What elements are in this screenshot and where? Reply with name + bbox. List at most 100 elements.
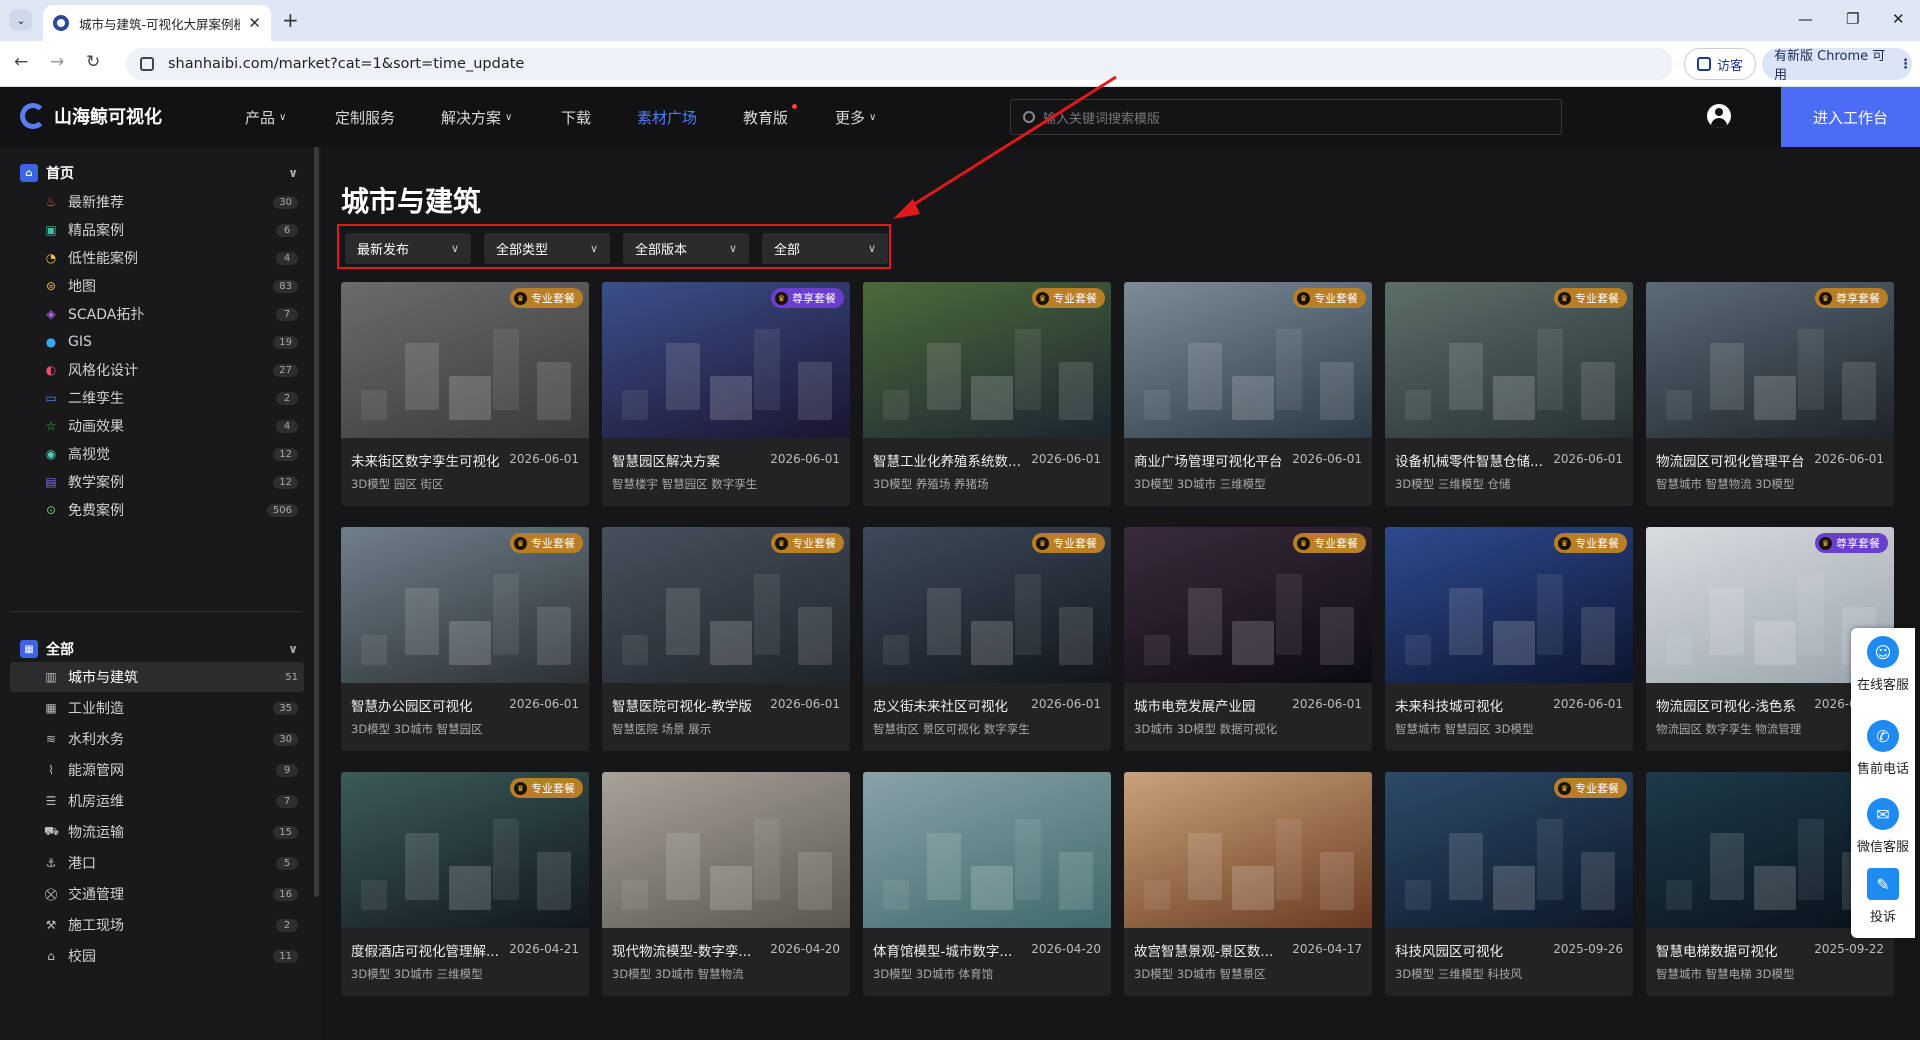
template-card[interactable]: ♛ 专业套餐 未来街区数字孪生可视化 2026-06-01 3D模型 园区 街区	[341, 282, 589, 506]
sidebar-category-item[interactable]: ⛒ 交通管理 16	[44, 879, 298, 909]
sidebar-category-item[interactable]: ⌇ 能源管网 9	[44, 755, 298, 785]
sidebar-home-item[interactable]: ⊜ 地图 83	[44, 271, 298, 301]
template-card[interactable]: ♛ 专业套餐 城市电竞发展产业园 2026-06-01 3D城市 3D模型 数据可视化	[1124, 527, 1372, 751]
card-title[interactable]: 智慧园区解决方案	[612, 450, 777, 470]
template-card[interactable]: ♛ 专业套餐 忠义街未来社区可视化 2026-06-01 智慧街区 景区可视化 数字孪生	[863, 527, 1111, 751]
nav-education[interactable]: 教育版	[743, 107, 788, 128]
browser-tab[interactable]: 城市与建筑-可视化大屏案例模 ✕	[43, 5, 271, 41]
user-avatar-icon[interactable]	[1707, 104, 1731, 128]
thumbnail-shape	[1144, 390, 1170, 420]
sidebar-home-item[interactable]: ◈ SCADA拓扑 7	[44, 299, 298, 329]
chevron-down-icon[interactable]: ∨	[288, 642, 298, 656]
template-card[interactable]: 体育馆模型-城市数字... 2026-04-20 3D模型 3D城市 体育馆	[863, 772, 1111, 996]
new-tab-icon[interactable]: +	[282, 8, 299, 32]
fire-icon: ♨	[45, 195, 57, 209]
menu-dots-icon[interactable]: ⋮	[1899, 57, 1912, 72]
card-thumbnail[interactable]	[602, 772, 850, 928]
profile-button[interactable]: 访客	[1684, 48, 1756, 80]
sidebar-home-item[interactable]: ☆ 动画效果 4	[44, 411, 298, 441]
card-thumbnail[interactable]	[1124, 772, 1372, 928]
card-title[interactable]: 城市电竞发展产业园	[1134, 695, 1299, 715]
tab-list-icon[interactable]: ⌄	[10, 9, 32, 31]
site-logo[interactable]: 山海鲸可视化	[20, 103, 162, 129]
card-title[interactable]: 忠义街未来社区可视化	[873, 695, 1038, 715]
wechat-service-button[interactable]: ✉ 微信客服	[1851, 798, 1915, 855]
card-title[interactable]: 科技风园区可视化	[1395, 940, 1560, 960]
sidebar-category-item[interactable]: ⌂ 校园 11	[44, 941, 298, 971]
card-title[interactable]: 体育馆模型-城市数字...	[873, 940, 1038, 960]
card-title[interactable]: 物流园区可视化管理平台	[1656, 450, 1821, 470]
card-title[interactable]: 智慧办公园区可视化	[351, 695, 516, 715]
sidebar-category-item[interactable]: ≋ 水利水务 30	[44, 724, 298, 754]
minimize-icon[interactable]: —	[1798, 10, 1813, 28]
sidebar-home-item[interactable]: ▣ 精品案例 6	[44, 215, 298, 245]
template-card[interactable]: ♛ 专业套餐 智慧医院可视化-教学版 2026-06-01 智慧医院 场景 展示	[602, 527, 850, 751]
nav-download[interactable]: 下载	[561, 107, 591, 128]
card-title[interactable]: 未来科技城可视化	[1395, 695, 1560, 715]
nav-product[interactable]: 产品 ∨	[245, 107, 286, 128]
card-title[interactable]: 智慧医院可视化-教学版	[612, 695, 777, 715]
template-card[interactable]: ♛ 专业套餐 设备机械零件智慧仓储... 2026-06-01 3D模型 三维模型 仓储	[1385, 282, 1633, 506]
back-icon[interactable]: ←	[14, 52, 28, 72]
reload-icon[interactable]: ↻	[86, 52, 100, 72]
sidebar-category-item[interactable]: ⛟ 物流运输 15	[44, 817, 298, 847]
online-service-button[interactable]: ☺ 在线客服	[1851, 636, 1915, 693]
update-chrome-button[interactable]: 有新版 Chrome 可用 ⋮	[1762, 48, 1912, 83]
nav-custom-service[interactable]: 定制服务	[335, 107, 395, 128]
card-title[interactable]: 现代物流模型-数字孪...	[612, 940, 777, 960]
template-card[interactable]: 现代物流模型-数字孪... 2026-04-20 3D模型 3D城市 智慧物流	[602, 772, 850, 996]
nav-solutions[interactable]: 解决方案 ∨	[441, 107, 512, 128]
sidebar-home-item[interactable]: ▭ 二维孪生 2	[44, 383, 298, 413]
card-thumbnail[interactable]	[863, 772, 1111, 928]
card-title[interactable]: 智慧电梯数据可视化	[1656, 940, 1821, 960]
close-window-icon[interactable]: ✕	[1892, 10, 1905, 28]
template-card[interactable]: ♛ 专业套餐 智慧办公园区可视化 2026-06-01 3D模型 3D城市 智慧园区	[341, 527, 589, 751]
card-title[interactable]: 度假酒店可视化管理解...	[351, 940, 516, 960]
presale-phone-button[interactable]: ✆ 售前电话	[1851, 720, 1915, 777]
sidebar-home-item[interactable]: ● GIS 19	[44, 327, 298, 357]
sidebar-scrollbar[interactable]	[314, 147, 319, 897]
close-tab-icon[interactable]: ✕	[248, 14, 261, 32]
version-select[interactable]: 全部版本 ∨	[623, 233, 749, 264]
sidebar-home-item[interactable]: ⊙ 免费案例 506	[44, 495, 298, 525]
enter-workspace-button[interactable]: 进入工作台	[1781, 87, 1920, 147]
type-select[interactable]: 全部类型 ∨	[484, 233, 610, 264]
template-card[interactable]: 故宫智慧景观-景区数... 2026-04-17 3D模型 3D城市 智慧景区	[1124, 772, 1372, 996]
sort-select[interactable]: 最新发布 ∨	[345, 233, 471, 264]
sidebar-category-item[interactable]: ▦ 工业制造 35	[44, 693, 298, 723]
url-bar[interactable]: shanhaibi.com/market?cat=1&sort=time_upd…	[126, 48, 1673, 80]
nav-more[interactable]: 更多 ∨	[835, 107, 876, 128]
sidebar-home-item[interactable]: ◔ 低性能案例 4	[44, 243, 298, 273]
template-card[interactable]: ♛ 专业套餐 度假酒店可视化管理解... 2026-04-21 3D模型 3D城市 三维…	[341, 772, 589, 996]
search-input[interactable]: 输入关键词搜索模版	[1010, 99, 1562, 135]
template-card[interactable]: ♛ 尊享套餐 智慧园区解决方案 2026-06-01 智慧楼宇 智慧园区 数字孪生	[602, 282, 850, 506]
sidebar-home-item[interactable]: ◐ 风格化设计 27	[44, 355, 298, 385]
sidebar-category-item[interactable]: ☰ 机房运维 7	[44, 786, 298, 816]
restore-icon[interactable]: ❐	[1846, 10, 1859, 28]
price-select[interactable]: 全部 ∨	[762, 233, 888, 264]
template-card[interactable]: ♛ 专业套餐 科技风园区可视化 2025-09-26 3D模型 三维模型 科技风	[1385, 772, 1633, 996]
sidebar-home-item[interactable]: ▤ 教学案例 12	[44, 467, 298, 497]
card-title[interactable]: 物流园区可视化-浅色系	[1656, 695, 1821, 715]
chevron-down-icon[interactable]: ∨	[288, 166, 298, 180]
sidebar-group-home[interactable]: ⌂ 首页 ∨	[20, 163, 298, 183]
sidebar-category-item[interactable]: ▥ 城市与建筑 51	[10, 662, 304, 692]
nav-material-market[interactable]: 素材广场	[637, 107, 697, 128]
site-info-icon[interactable]	[140, 57, 154, 71]
sidebar-category-item[interactable]: ⚒ 施工现场 2	[44, 910, 298, 940]
sidebar-home-item[interactable]: ◉ 高视觉 12	[44, 439, 298, 469]
sidebar-category-item[interactable]: ⚓ 港口 5	[44, 848, 298, 878]
template-card[interactable]: ♛ 专业套餐 商业广场管理可视化平台 2026-06-01 3D模型 3D城市 三维模型	[1124, 282, 1372, 506]
template-card[interactable]: ♛ 尊享套餐 物流园区可视化管理平台 2026-06-01 智慧城市 智慧物流 3D模型	[1646, 282, 1894, 506]
complaint-button[interactable]: ✎ 投诉	[1851, 868, 1915, 925]
card-title[interactable]: 智慧工业化养殖系统数...	[873, 450, 1038, 470]
template-card[interactable]: ♛ 专业套餐 未来科技城可视化 2026-06-01 智慧城市 智慧园区 3D模型	[1385, 527, 1633, 751]
sidebar-group-all[interactable]: ▦ 全部 ∨	[20, 639, 298, 659]
card-title[interactable]: 设备机械零件智慧仓储...	[1395, 450, 1560, 470]
sidebar-home-item[interactable]: ♨ 最新推荐 30	[44, 187, 298, 217]
card-title[interactable]: 故宫智慧景观-景区数...	[1134, 940, 1299, 960]
card-title[interactable]: 未来街区数字孪生可视化	[351, 450, 516, 470]
forward-icon[interactable]: →	[50, 52, 64, 72]
card-title[interactable]: 商业广场管理可视化平台	[1134, 450, 1299, 470]
template-card[interactable]: ♛ 专业套餐 智慧工业化养殖系统数... 2026-06-01 3D模型 养殖场 养猪场	[863, 282, 1111, 506]
